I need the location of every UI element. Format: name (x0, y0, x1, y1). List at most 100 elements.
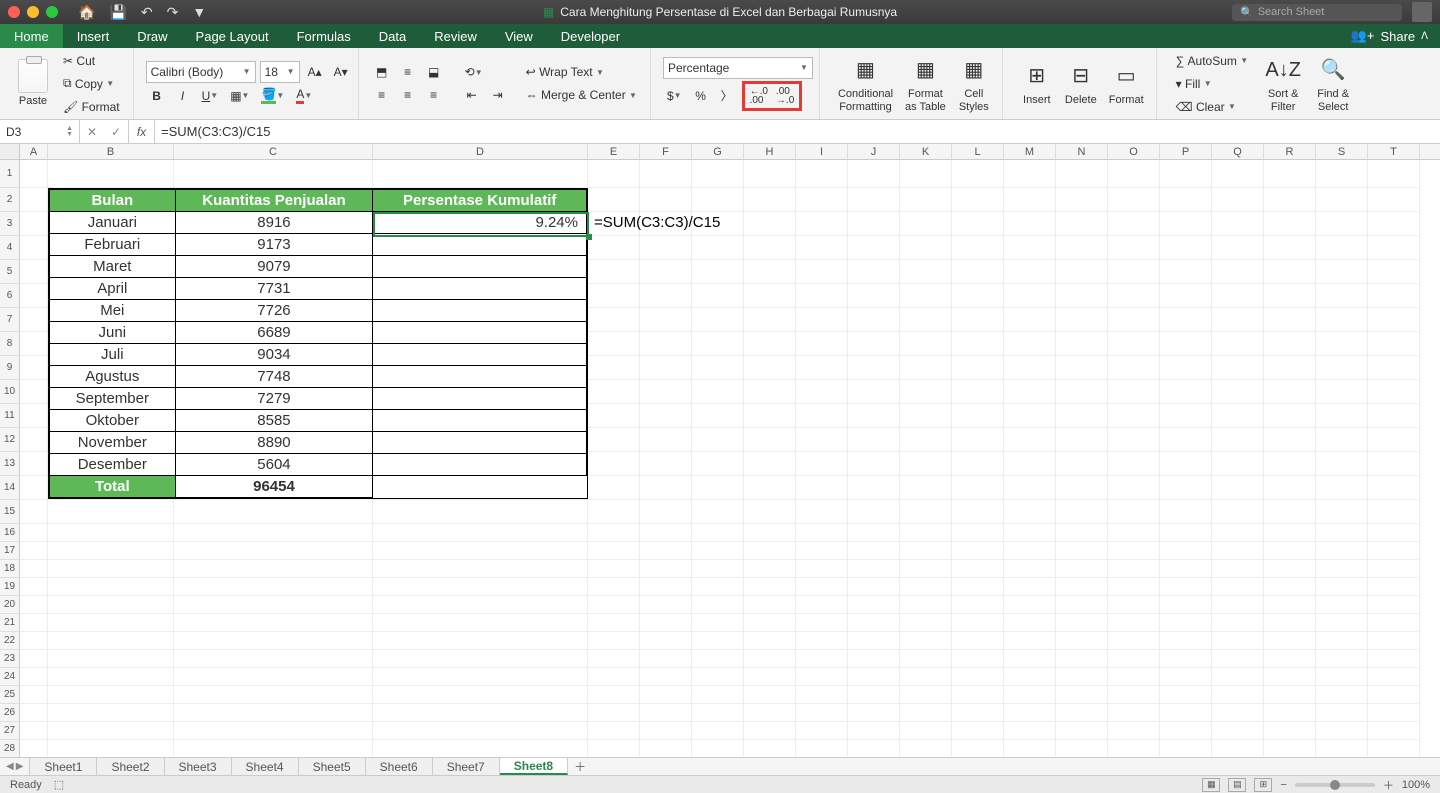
row-header[interactable]: 26 (0, 704, 20, 722)
name-box[interactable]: D3 ▲▼ (0, 120, 80, 143)
cell-bulan[interactable]: Mei (50, 300, 176, 322)
sheet-tab[interactable]: Sheet6 (366, 758, 433, 775)
zoom-level[interactable]: 100% (1402, 779, 1430, 791)
row-header[interactable]: 28 (0, 740, 20, 757)
tab-view[interactable]: View (491, 24, 547, 48)
row-header[interactable]: 13 (0, 452, 20, 476)
qat-dropdown-icon[interactable]: ▼ (192, 4, 206, 20)
cell-pct[interactable] (373, 454, 587, 476)
row-header[interactable]: 10 (0, 380, 20, 404)
close-window-icon[interactable] (8, 6, 20, 18)
comma-button[interactable]: 〉 (716, 85, 738, 107)
cell-qty[interactable]: 7748 (175, 366, 373, 388)
decrease-decimal-button[interactable]: .00→.0 (772, 85, 798, 107)
sheet-tab[interactable]: Sheet3 (165, 758, 232, 775)
tab-data[interactable]: Data (365, 24, 420, 48)
col-header[interactable]: T (1368, 144, 1420, 159)
col-header[interactable]: N (1056, 144, 1108, 159)
cell-qty[interactable]: 8890 (175, 432, 373, 454)
cell-pct[interactable] (373, 366, 587, 388)
row-header[interactable]: 8 (0, 332, 20, 356)
merge-center-button[interactable]: ⇔ Merge & Center ▼ (519, 84, 644, 106)
redo-icon[interactable]: ↷ (167, 4, 179, 21)
save-icon[interactable]: 💾 (109, 4, 126, 21)
currency-button[interactable]: $▼ (663, 85, 686, 107)
macro-record-icon[interactable]: ⬚ (54, 778, 64, 791)
col-header[interactable]: H (744, 144, 796, 159)
fx-label[interactable]: fx (129, 120, 155, 143)
cell-qty[interactable]: 8585 (175, 410, 373, 432)
number-format-select[interactable]: Percentage▼ (663, 57, 813, 79)
row-header[interactable]: 20 (0, 596, 20, 614)
row-header[interactable]: 27 (0, 722, 20, 740)
col-header[interactable]: E (588, 144, 640, 159)
italic-button[interactable]: I (172, 85, 194, 107)
col-header[interactable]: K (900, 144, 952, 159)
cell-qty[interactable]: 9173 (175, 234, 373, 256)
insert-cells-button[interactable]: ⊞Insert (1015, 58, 1059, 108)
font-size-select[interactable]: 18▼ (260, 61, 300, 83)
col-header[interactable]: C (174, 144, 373, 159)
user-avatar-icon[interactable] (1412, 2, 1432, 22)
wrap-text-button[interactable]: ↩ Wrap Text ▼ (519, 61, 611, 83)
increase-font-button[interactable]: A▴ (304, 61, 326, 83)
font-color-button[interactable]: A▼ (292, 85, 316, 107)
row-header[interactable]: 7 (0, 308, 20, 332)
cell-pct[interactable] (373, 344, 587, 366)
row-header[interactable]: 6 (0, 284, 20, 308)
minimize-window-icon[interactable] (27, 6, 39, 18)
decrease-indent-button[interactable]: ⇤ (461, 84, 483, 106)
cell-bulan[interactable]: September (50, 388, 176, 410)
decrease-font-button[interactable]: A▾ (330, 61, 352, 83)
format-painter-button[interactable]: 🖌 Format (56, 96, 127, 118)
col-header[interactable]: O (1108, 144, 1160, 159)
cell-bulan[interactable]: Februari (50, 234, 176, 256)
cell-bulan[interactable]: November (50, 432, 176, 454)
sheet-tab[interactable]: Sheet7 (433, 758, 500, 775)
tab-home[interactable]: Home (0, 24, 63, 48)
col-header[interactable]: A (20, 144, 48, 159)
page-layout-view-icon[interactable]: ▤ (1228, 778, 1246, 792)
increase-indent-button[interactable]: ⇥ (487, 84, 509, 106)
cell-qty[interactable]: 9079 (175, 256, 373, 278)
namebox-spinner-icon[interactable]: ▲▼ (66, 126, 73, 138)
cell-bulan[interactable]: Oktober (50, 410, 176, 432)
fill-button[interactable]: ▾ Fill ▼ (1169, 73, 1219, 95)
col-header[interactable]: B (48, 144, 174, 159)
tab-developer[interactable]: Developer (547, 24, 634, 48)
row-header[interactable]: 3 (0, 212, 20, 236)
delete-cells-button[interactable]: ⊟Delete (1059, 58, 1103, 108)
font-name-select[interactable]: Calibri (Body)▼ (146, 61, 256, 83)
sort-filter-button[interactable]: A↓ZSort & Filter (1261, 52, 1305, 114)
cell-qty[interactable]: 8916 (175, 212, 373, 234)
cell-qty[interactable]: 9034 (175, 344, 373, 366)
cut-button[interactable]: ✂ Cut (56, 50, 102, 72)
cell-bulan[interactable]: Desember (50, 454, 176, 476)
find-select-button[interactable]: 🔍Find & Select (1311, 52, 1355, 114)
col-header[interactable]: D (373, 144, 588, 159)
col-header[interactable]: R (1264, 144, 1316, 159)
format-as-table-button[interactable]: ▦Format as Table (899, 52, 952, 114)
sheet-nav-prev-icon[interactable]: ◀ (6, 761, 14, 772)
cell-styles-button[interactable]: ▦Cell Styles (952, 52, 996, 114)
percent-button[interactable]: % (690, 85, 712, 107)
row-header[interactable]: 16 (0, 524, 20, 542)
sheet-tab[interactable]: Sheet2 (97, 758, 164, 775)
tab-draw[interactable]: Draw (123, 24, 181, 48)
tab-insert[interactable]: Insert (63, 24, 124, 48)
search-sheet-input[interactable]: 🔍 Search Sheet (1232, 4, 1402, 21)
align-center-button[interactable]: ≡ (397, 84, 419, 106)
sheet-tab[interactable]: Sheet5 (299, 758, 366, 775)
formula-input[interactable]: =SUM(C3:C3)/C15 (155, 120, 1440, 143)
col-header[interactable]: S (1316, 144, 1368, 159)
col-header[interactable]: J (848, 144, 900, 159)
sheet-tab[interactable]: Sheet1 (30, 758, 97, 775)
row-header[interactable]: 5 (0, 260, 20, 284)
cell-qty[interactable]: 7279 (175, 388, 373, 410)
page-break-view-icon[interactable]: ⊞ (1254, 778, 1272, 792)
row-header[interactable]: 4 (0, 236, 20, 260)
collapse-ribbon-icon[interactable]: ᐱ (1421, 31, 1428, 42)
row-header[interactable]: 14 (0, 476, 20, 500)
cell-qty[interactable]: 6689 (175, 322, 373, 344)
bold-button[interactable]: B (146, 85, 168, 107)
